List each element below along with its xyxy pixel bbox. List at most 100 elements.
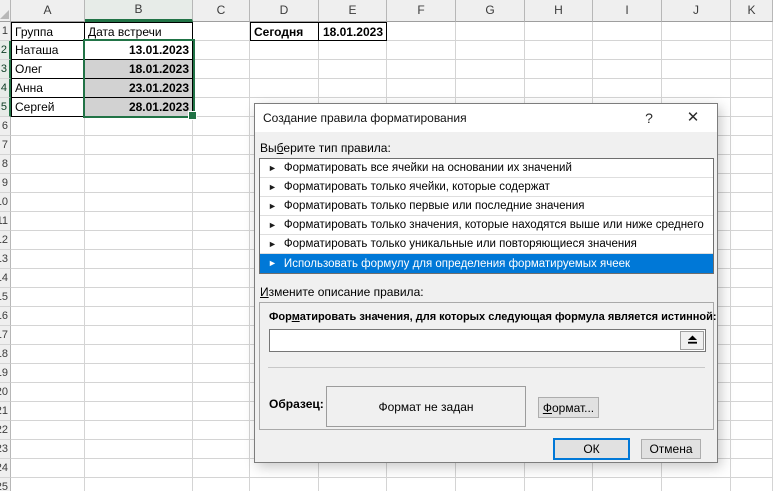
cell-B4[interactable]: 23.01.2023	[85, 79, 193, 98]
cell-J4[interactable]	[662, 79, 731, 98]
cell-A25[interactable]	[11, 478, 85, 491]
row-header-14[interactable]: 14	[0, 269, 11, 288]
cell-B25[interactable]	[85, 478, 193, 491]
row-header-22[interactable]: 22	[0, 421, 11, 440]
rule-type-item[interactable]: ► Форматировать только ячейки, которые со…	[260, 178, 713, 197]
row-header-20[interactable]: 20	[0, 383, 11, 402]
cell-B11[interactable]	[85, 212, 193, 231]
cell-B23[interactable]	[85, 440, 193, 459]
cell-K16[interactable]	[731, 307, 773, 326]
cell-K12[interactable]	[731, 231, 773, 250]
cell-A16[interactable]	[11, 307, 85, 326]
cell-B14[interactable]	[85, 269, 193, 288]
column-header-J[interactable]: J	[662, 0, 731, 22]
cell-E3[interactable]	[319, 60, 387, 79]
cell-D1[interactable]: Сегодня	[250, 22, 319, 41]
cell-B6[interactable]	[85, 117, 193, 136]
cell-H3[interactable]	[525, 60, 593, 79]
cell-D25[interactable]	[250, 478, 319, 491]
cell-K11[interactable]	[731, 212, 773, 231]
cell-C6[interactable]	[193, 117, 250, 136]
cancel-button[interactable]: Отмена	[641, 439, 701, 459]
cell-C5[interactable]	[193, 98, 250, 117]
row-header-15[interactable]: 15	[0, 288, 11, 307]
column-header-C[interactable]: C	[193, 0, 250, 22]
cell-A13[interactable]	[11, 250, 85, 269]
cell-B16[interactable]	[85, 307, 193, 326]
cell-E4[interactable]	[319, 79, 387, 98]
row-header-12[interactable]: 12	[0, 231, 11, 250]
row-header-23[interactable]: 23	[0, 440, 11, 459]
cell-C15[interactable]	[193, 288, 250, 307]
cell-A9[interactable]	[11, 174, 85, 193]
rule-type-item[interactable]: ► Форматировать только значения, которые …	[260, 216, 713, 235]
cell-G4[interactable]	[456, 79, 525, 98]
cell-K10[interactable]	[731, 193, 773, 212]
row-header-11[interactable]: 11	[0, 212, 11, 231]
cell-B15[interactable]	[85, 288, 193, 307]
cell-C1[interactable]	[193, 22, 250, 41]
close-icon[interactable]: ✕	[677, 104, 709, 132]
cell-C23[interactable]	[193, 440, 250, 459]
rule-type-item[interactable]: ► Использовать формулу для определения фо…	[260, 254, 713, 273]
cell-H25[interactable]	[525, 478, 593, 491]
cell-C9[interactable]	[193, 174, 250, 193]
cell-C13[interactable]	[193, 250, 250, 269]
rule-type-item[interactable]: ► Форматировать все ячейки на основании и…	[260, 159, 713, 178]
cell-A12[interactable]	[11, 231, 85, 250]
cell-K19[interactable]	[731, 364, 773, 383]
cell-E2[interactable]	[319, 41, 387, 60]
row-header-9[interactable]: 9	[0, 174, 11, 193]
column-header-B[interactable]: B	[85, 0, 193, 22]
cell-C8[interactable]	[193, 155, 250, 174]
collapse-dialog-button[interactable]	[680, 331, 704, 350]
cell-K5[interactable]	[731, 98, 773, 117]
cell-F25[interactable]	[387, 478, 456, 491]
cell-B8[interactable]	[85, 155, 193, 174]
cell-B21[interactable]	[85, 402, 193, 421]
cell-D4[interactable]	[250, 79, 319, 98]
cell-C7[interactable]	[193, 136, 250, 155]
cell-A20[interactable]	[11, 383, 85, 402]
cell-K20[interactable]	[731, 383, 773, 402]
row-header-10[interactable]: 10	[0, 193, 11, 212]
cell-F3[interactable]	[387, 60, 456, 79]
cell-G2[interactable]	[456, 41, 525, 60]
cell-K25[interactable]	[731, 478, 773, 491]
cell-K2[interactable]	[731, 41, 773, 60]
cell-A14[interactable]	[11, 269, 85, 288]
cell-J2[interactable]	[662, 41, 731, 60]
cell-K3[interactable]	[731, 60, 773, 79]
cell-C19[interactable]	[193, 364, 250, 383]
column-header-A[interactable]: A	[11, 0, 85, 22]
cell-A6[interactable]	[11, 117, 85, 136]
cell-K7[interactable]	[731, 136, 773, 155]
row-header-24[interactable]: 24	[0, 459, 11, 478]
cell-I1[interactable]	[593, 22, 662, 41]
cell-C3[interactable]	[193, 60, 250, 79]
cell-J25[interactable]	[662, 478, 731, 491]
cell-K17[interactable]	[731, 326, 773, 345]
row-header-4[interactable]: 4	[0, 79, 11, 98]
select-all-corner[interactable]	[0, 0, 11, 22]
cell-B19[interactable]	[85, 364, 193, 383]
cell-J1[interactable]	[662, 22, 731, 41]
column-header-I[interactable]: I	[593, 0, 662, 22]
row-header-6[interactable]: 6	[0, 117, 11, 136]
cell-K15[interactable]	[731, 288, 773, 307]
row-header-19[interactable]: 19	[0, 364, 11, 383]
cell-B22[interactable]	[85, 421, 193, 440]
cell-C18[interactable]	[193, 345, 250, 364]
cell-A3[interactable]: Олег	[11, 60, 85, 79]
cell-C2[interactable]	[193, 41, 250, 60]
cell-K24[interactable]	[731, 459, 773, 478]
cell-D3[interactable]	[250, 60, 319, 79]
cell-E1[interactable]: 18.01.2023	[319, 22, 387, 41]
cell-I25[interactable]	[593, 478, 662, 491]
row-header-7[interactable]: 7	[0, 136, 11, 155]
cell-I4[interactable]	[593, 79, 662, 98]
rule-type-item[interactable]: ► Форматировать только первые или последн…	[260, 197, 713, 216]
column-header-D[interactable]: D	[250, 0, 319, 22]
cell-A8[interactable]	[11, 155, 85, 174]
cell-B18[interactable]	[85, 345, 193, 364]
